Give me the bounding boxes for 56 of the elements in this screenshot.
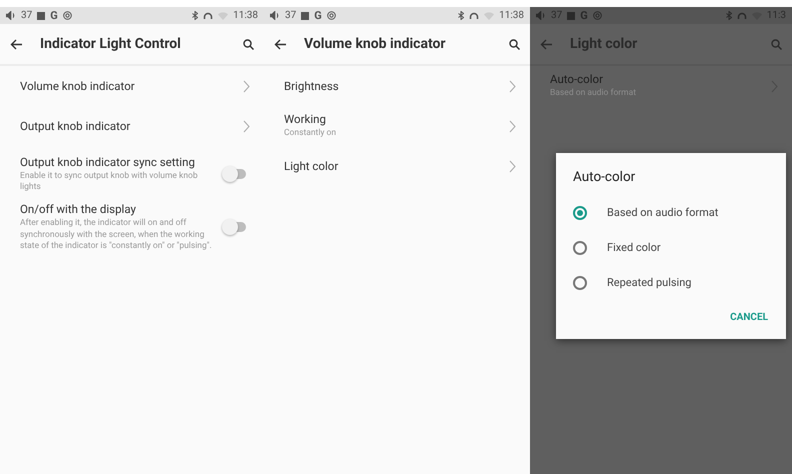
chevron-right-icon: [243, 80, 250, 92]
item-title: Auto-color: [550, 72, 604, 86]
item-title: Output knob indicator sync setting: [20, 154, 196, 168]
volume-level: 37: [21, 10, 32, 21]
volume-level: 37: [285, 10, 296, 21]
clock-time: 11:38: [233, 10, 258, 21]
back-arrow-icon[interactable]: [274, 38, 286, 50]
settings-item[interactable]: Output knob indicator: [0, 106, 264, 146]
speaker-icon: [270, 11, 280, 20]
settings-item[interactable]: Working Constantly on: [264, 106, 530, 146]
settings-item[interactable]: Brightness: [264, 66, 530, 106]
radio-button[interactable]: [573, 240, 587, 254]
item-subtitle: Enable it to sync output knob with volume knob lights: [20, 170, 199, 194]
item-subtitle: After enabling it, the indicator will on and off synchronously with the screen, when the working state of the indicator is "constantly on" or "pulsing".: [20, 218, 212, 252]
item-title: Volume knob indicator: [20, 79, 136, 93]
option-label[interactable]: Fixed color: [607, 241, 661, 254]
item-title: Output knob indicator: [20, 119, 132, 133]
item-subtitle: Constantly on: [284, 128, 338, 140]
chevron-right-icon: [509, 80, 516, 92]
option-label[interactable]: Repeated pulsing: [607, 276, 692, 289]
bluetooth-icon: [192, 11, 198, 20]
settings-item[interactable]: Volume knob indicator: [0, 66, 264, 106]
item-title: On/off with the display: [20, 202, 137, 216]
item-title: Working: [284, 112, 327, 126]
screen-title: Indicator Light Control: [40, 36, 182, 52]
chevron-right-icon: [243, 120, 250, 132]
circle-at-icon: [62, 11, 72, 20]
toggle-switch[interactable]: [222, 219, 248, 236]
status-letter: G: [314, 9, 322, 22]
item-title: Light color: [284, 159, 340, 173]
bluetooth-icon: [726, 11, 732, 20]
circle-at-icon: [592, 11, 602, 20]
toggle-switch[interactable]: [222, 166, 248, 182]
speaker-icon: [6, 11, 16, 20]
search-icon[interactable]: [243, 38, 254, 50]
radio-button[interactable]: [573, 206, 587, 220]
bluetooth-icon: [458, 11, 464, 20]
status-letter: G: [50, 9, 58, 22]
clock-time: 11:38: [499, 10, 524, 21]
screen-title: Volume knob indicator: [304, 36, 447, 52]
dialog-title: Auto-color: [573, 169, 636, 185]
option-label[interactable]: Based on audio format: [607, 206, 718, 219]
headphone-icon: [203, 12, 214, 20]
settings-item[interactable]: Light color: [264, 146, 530, 186]
circle-at-icon: [326, 11, 336, 20]
chevron-right-icon: [509, 120, 516, 132]
back-arrow-icon[interactable]: [10, 38, 22, 50]
item-title: Brightness: [284, 79, 340, 93]
speaker-icon: [536, 11, 546, 20]
radio-button[interactable]: [573, 276, 587, 290]
settings-item[interactable]: On/off with the display After enabling it, the indicator will on and off synchronously with the screen, when the working state of the indicator is "constantly on" or "pulsing".: [0, 194, 264, 252]
settings-item[interactable]: Output knob indicator sync setting Enable it to sync output knob with volume knob lights: [0, 146, 264, 194]
search-icon[interactable]: [509, 38, 520, 50]
chevron-right-icon: [509, 160, 516, 172]
headphone-icon: [736, 12, 747, 20]
headphone-icon: [469, 12, 480, 20]
